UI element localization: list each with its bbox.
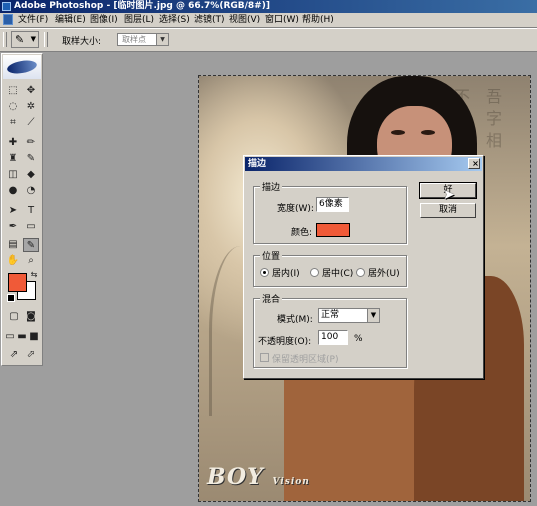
- width-label: 宽度(W):: [277, 204, 314, 214]
- toolbox-header[interactable]: [3, 55, 41, 79]
- document-menu-icon[interactable]: [3, 14, 13, 25]
- foreground-color-swatch[interactable]: [8, 273, 27, 292]
- chevron-down-icon: ▼: [367, 309, 379, 322]
- menu-help[interactable]: 帮助(H): [302, 13, 334, 27]
- clone-stamp-tool-icon[interactable]: ♜: [5, 152, 21, 166]
- menu-layer[interactable]: 图层(L): [124, 13, 154, 27]
- path-selection-tool-icon[interactable]: ➤: [5, 204, 21, 218]
- screen-mode-full-icon[interactable]: ■: [28, 330, 40, 344]
- eyedropper-icon: ✎: [15, 33, 25, 46]
- menu-window[interactable]: 窗口(W): [265, 13, 299, 27]
- outside-label[interactable]: 居外(U): [368, 266, 400, 279]
- opacity-unit: %: [354, 334, 363, 344]
- brush-tool-icon[interactable]: ✏: [23, 136, 39, 150]
- preserve-transparency-checkbox[interactable]: [260, 353, 269, 362]
- default-colors-icon[interactable]: [7, 294, 15, 302]
- mode-label: 模式(M):: [277, 315, 313, 325]
- center-label[interactable]: 居中(C): [322, 266, 353, 279]
- zoom-tool-icon[interactable]: ⌕: [23, 254, 39, 268]
- center-radio[interactable]: [310, 268, 319, 277]
- screen-mode-full-menu-icon[interactable]: ▬: [16, 330, 28, 344]
- window-title: Adobe Photoshop - [临时图片.jpg @ 66.7%(RGB/…: [14, 1, 270, 11]
- quick-mask-mode-icon[interactable]: ◙: [23, 310, 39, 324]
- options-bar: ✎ ▼ 取样大小: 取样点 ▼: [0, 28, 537, 52]
- sample-size-value: 取样点: [122, 35, 146, 44]
- blending-group-label: 混合: [260, 292, 283, 305]
- sample-size-select[interactable]: 取样点 ▼: [117, 33, 169, 46]
- tool-preset-picker[interactable]: ✎ ▼: [11, 31, 39, 48]
- stroke-group-label: 描边: [260, 180, 283, 193]
- logo-subtext: Vision: [272, 477, 310, 487]
- dialog-title-bar[interactable]: 描边 ×: [245, 157, 482, 171]
- blending-group: 混合 模式(M): 正常 ▼ 不透明度(O): 100 % 保留透明区域(P): [253, 292, 407, 368]
- jump-to-imageready-icon[interactable]: ⇗: [6, 348, 22, 362]
- paint-bucket-tool-icon[interactable]: ◆: [23, 168, 39, 182]
- marquee-tool-icon[interactable]: ⬚: [5, 84, 21, 98]
- image-right-eye: [421, 130, 435, 135]
- standard-mode-icon[interactable]: ▢: [6, 310, 22, 324]
- blur-tool-icon[interactable]: ●: [5, 184, 21, 198]
- photoshop-app-icon: [2, 2, 11, 11]
- dodge-tool-icon[interactable]: ◔: [23, 184, 39, 198]
- logo-text: BOY: [207, 464, 264, 490]
- menu-edit[interactable]: 编辑(E): [55, 13, 86, 27]
- chevron-down-icon: ▼: [156, 34, 168, 45]
- menu-image[interactable]: 图像(I): [90, 13, 118, 27]
- healing-brush-tool-icon[interactable]: ✚: [5, 136, 21, 150]
- swap-colors-icon[interactable]: ⇆: [26, 268, 42, 282]
- stroke-group: 描边 宽度(W): 6像素 颜色:: [253, 180, 407, 244]
- menu-filter[interactable]: 滤镜(T): [194, 13, 225, 27]
- options-bar-grip[interactable]: [3, 32, 7, 47]
- toolbox: ⬚ ✥ ◌ ✲ ⌗ ⟋ ✚ ✏ ♜ ✎ ◫ ◆ ● ◔ ➤ T ✒ ▭ ▤ ✎ …: [1, 53, 43, 366]
- notes-tool-icon[interactable]: ▤: [5, 238, 21, 252]
- opacity-input[interactable]: 100: [318, 330, 348, 345]
- eraser-tool-icon[interactable]: ◫: [5, 168, 21, 182]
- stroke-color-swatch[interactable]: [316, 223, 350, 237]
- position-group: 位置 居内(I) 居中(C) 居外(U): [253, 249, 407, 287]
- pen-tool-icon[interactable]: ✒: [5, 220, 21, 234]
- sample-size-label: 取样大小:: [62, 37, 102, 47]
- screen-mode-standard-icon[interactable]: ▭: [4, 330, 16, 344]
- history-brush-tool-icon[interactable]: ✎: [23, 152, 39, 166]
- shape-tool-icon[interactable]: ▭: [23, 220, 39, 234]
- lasso-tool-icon[interactable]: ◌: [5, 100, 21, 114]
- preserve-transparency-label: 保留透明区域(P): [272, 355, 339, 365]
- type-tool-icon[interactable]: T: [23, 204, 39, 218]
- outside-radio[interactable]: [356, 268, 365, 277]
- mouse-cursor-icon: ➤: [443, 187, 455, 203]
- menu-file[interactable]: 文件(F): [18, 13, 48, 27]
- opacity-label: 不透明度(O):: [258, 337, 312, 347]
- chevron-down-icon: ▼: [30, 35, 36, 43]
- width-input[interactable]: 6像素: [316, 197, 349, 212]
- cancel-button[interactable]: 取消: [420, 203, 476, 218]
- title-bar: Adobe Photoshop - [临时图片.jpg @ 66.7%(RGB/…: [0, 0, 537, 13]
- menu-bar: 文件(F) 编辑(E) 图像(I) 图层(L) 选择(S) 滤镜(T) 视图(V…: [0, 13, 537, 28]
- image-logo: BOY Vision: [207, 464, 310, 490]
- image-left-eye: [391, 130, 405, 135]
- menu-view[interactable]: 视图(V): [229, 13, 260, 27]
- blend-mode-select[interactable]: 正常 ▼: [318, 308, 380, 323]
- position-group-label: 位置: [260, 249, 283, 262]
- blend-mode-value: 正常: [321, 310, 340, 320]
- options-divider: [44, 32, 48, 47]
- move-tool-icon[interactable]: ✥: [23, 84, 39, 98]
- slice-tool-icon[interactable]: ⟋: [23, 116, 39, 130]
- eyedropper-tool-icon[interactable]: ✎: [23, 238, 39, 252]
- dialog-title: 描边: [248, 159, 267, 169]
- crop-tool-icon[interactable]: ⌗: [5, 116, 21, 130]
- imageready-icon[interactable]: ⬀: [23, 348, 39, 362]
- menu-select[interactable]: 选择(S): [159, 13, 190, 27]
- close-icon: ×: [472, 159, 479, 168]
- color-label: 颜色:: [291, 228, 313, 238]
- magic-wand-tool-icon[interactable]: ✲: [23, 100, 39, 114]
- photoshop-feather-icon: [6, 58, 38, 76]
- inside-radio[interactable]: [260, 268, 269, 277]
- close-button[interactable]: ×: [468, 158, 480, 169]
- inside-label[interactable]: 居内(I): [272, 266, 300, 279]
- hand-tool-icon[interactable]: ✋: [5, 254, 21, 268]
